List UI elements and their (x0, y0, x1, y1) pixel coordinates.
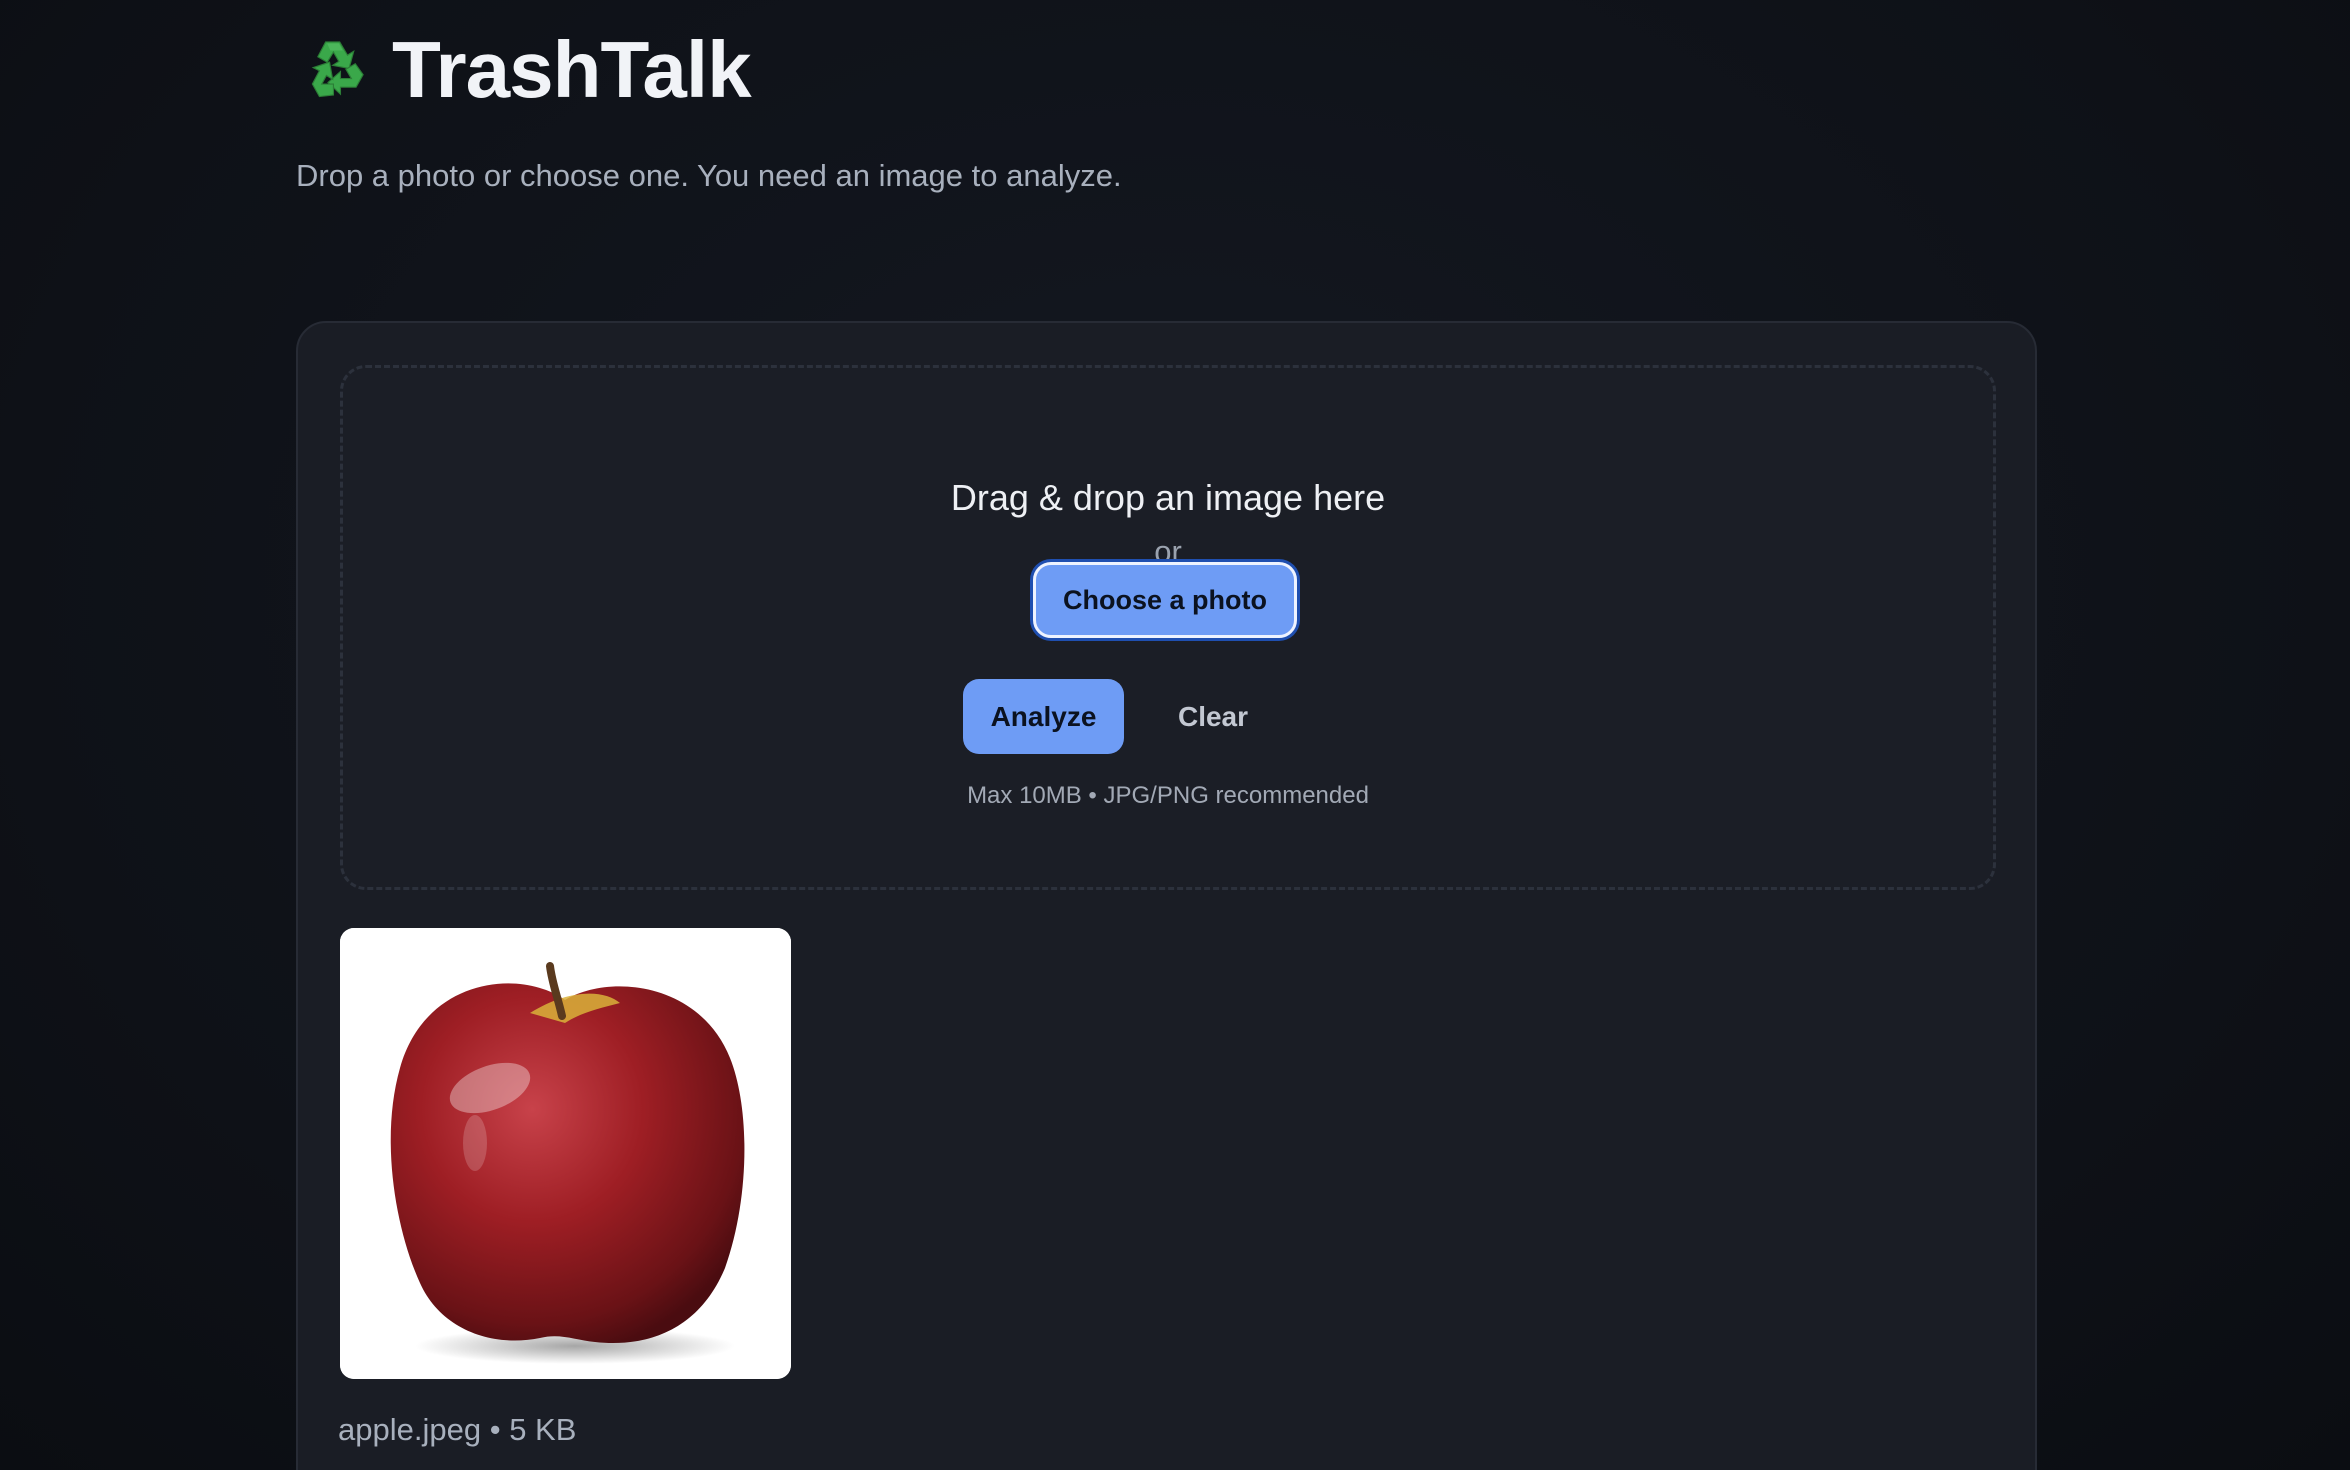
recycle-icon (296, 31, 374, 109)
upload-card: Drag & drop an image here or Choose a ph… (296, 321, 2037, 1470)
analyze-button[interactable]: Analyze (963, 679, 1124, 754)
upload-hint: Max 10MB • JPG/PNG recommended (967, 782, 1369, 809)
file-info: apple.jpeg • 5 KB (338, 1410, 576, 1450)
header: TrashTalk Drop a photo or choose one. Yo… (296, 24, 1122, 196)
app-title: TrashTalk (392, 25, 752, 114)
apple-image (340, 928, 791, 1379)
dropzone[interactable]: Drag & drop an image here or Choose a ph… (340, 365, 1996, 890)
page: TrashTalk Drop a photo or choose one. Yo… (0, 0, 2350, 1470)
image-preview (340, 928, 791, 1379)
file-info-separator: • (489, 1412, 501, 1447)
clear-button[interactable]: Clear (1153, 679, 1273, 754)
choose-photo-button[interactable]: Choose a photo (1033, 562, 1297, 638)
file-name: apple.jpeg (338, 1412, 482, 1447)
dropzone-title: Drag & drop an image here (950, 477, 1386, 518)
file-size: 5 KB (509, 1412, 577, 1447)
subtitle: Drop a photo or choose one. You need an … (296, 158, 1122, 193)
title-row: TrashTalk (296, 24, 1122, 116)
